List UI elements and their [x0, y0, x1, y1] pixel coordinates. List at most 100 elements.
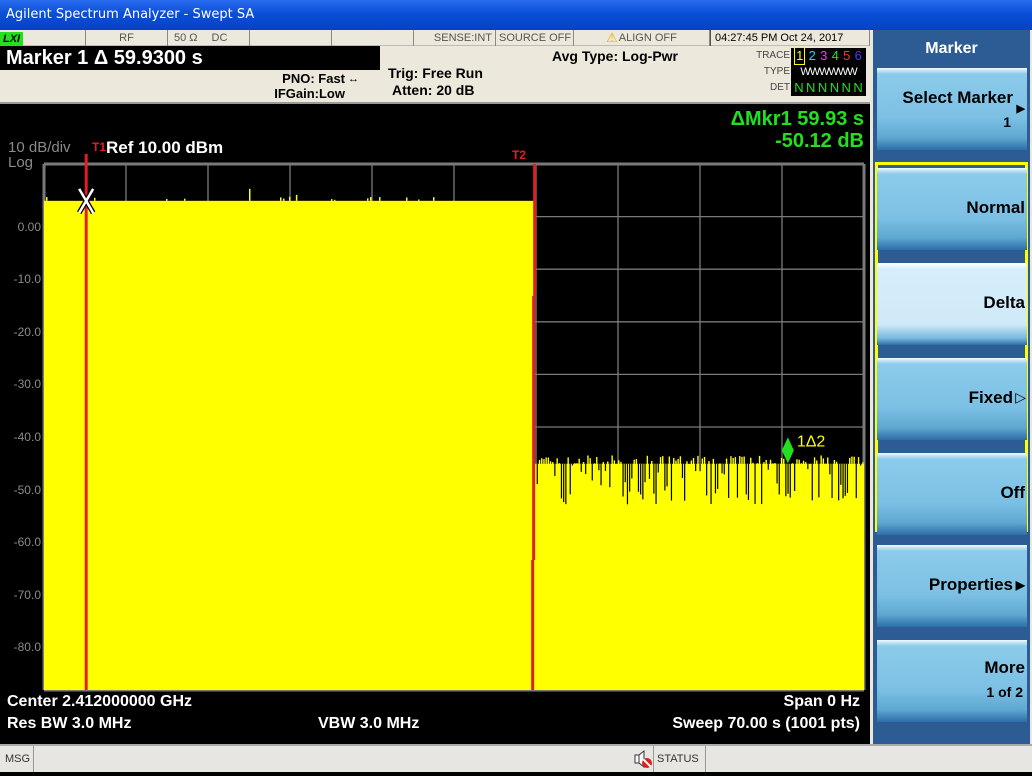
trace-spike — [295, 194, 298, 201]
sweep-time[interactable]: Sweep 70.00 s (1001 pts) — [672, 715, 860, 733]
trace-noise-gap — [609, 463, 611, 488]
softkey-delta[interactable]: Delta — [877, 263, 1027, 345]
trace-noise-spike — [635, 459, 638, 465]
trace-noise-spike — [851, 456, 853, 465]
trace-noise-spike — [607, 461, 609, 465]
scale-info: 10 dB/div Log — [8, 140, 71, 170]
trace-noise-spike — [725, 458, 728, 465]
span[interactable]: Span 0 Hz — [784, 693, 860, 711]
sense-cell: SENSE:INT — [414, 30, 496, 46]
trace-noise-spike — [769, 459, 772, 465]
trigger-arrow-icon: ↔ — [348, 73, 359, 85]
trace-noise-spike — [719, 463, 721, 465]
trace-noise-gap — [626, 463, 629, 505]
trace-noise-spike — [611, 455, 613, 465]
trace-noise-spike — [94, 197, 96, 201]
impedance: 50 Ω — [174, 32, 198, 44]
trace-noise-spike — [692, 457, 695, 465]
ref-level[interactable]: Ref 10.00 dBm — [106, 138, 223, 158]
trace-segment-1 — [44, 200, 534, 690]
trace-noise-gap — [787, 463, 789, 494]
trace-noise-spike — [558, 463, 561, 465]
trace-noise-gap — [631, 463, 633, 479]
trace-noise-spike — [820, 455, 822, 465]
trace-noise-gap — [604, 463, 607, 471]
status-label[interactable]: STATUS — [653, 746, 706, 772]
trace-noise-spike — [613, 460, 616, 465]
softkey-label: Fixed — [968, 388, 1013, 407]
empty-cell — [332, 30, 414, 46]
t1-label: T1 — [92, 140, 107, 154]
trace-noise-gap — [747, 463, 750, 500]
trace-noise-spike — [791, 463, 794, 465]
vbw[interactable]: VBW 3.0 MHz — [318, 715, 419, 733]
softkey-properties[interactable]: Properties ▶ — [877, 545, 1027, 627]
trace-noise-gap — [710, 463, 712, 505]
trace-noise-spike — [732, 458, 734, 465]
status-area[interactable]: STATUS — [633, 746, 706, 772]
trace-noise-spike — [331, 199, 333, 201]
softkey-fixed[interactable]: Fixed ▷ — [877, 358, 1027, 440]
trace-noise-gap — [844, 463, 846, 496]
softkey-more[interactable]: More 1 of 2 — [877, 640, 1027, 722]
res-bw[interactable]: Res BW 3.0 MHz — [7, 715, 131, 733]
trace-noise-gap — [761, 463, 763, 505]
pno-ifgain: PNO: Fast IFGain:Low — [270, 71, 345, 101]
trace-noise-spike — [857, 457, 860, 465]
trace-noise-spike — [538, 460, 541, 465]
trace-noise-gap — [670, 463, 673, 501]
trace-noise-spike — [552, 462, 554, 465]
coupling: DC — [211, 32, 228, 44]
trace-1-indicator: 1 — [794, 47, 806, 65]
softkey-label: Delta — [983, 293, 1025, 312]
trace-noise-gap — [580, 463, 582, 472]
trace-noise-spike — [334, 199, 336, 201]
trace-noise-spike — [549, 461, 552, 465]
softkey-off[interactable]: Off — [877, 453, 1027, 535]
trace-noise-gap — [655, 463, 657, 505]
trace-noise-gap — [560, 463, 563, 499]
y-tick-label: 0.00 — [17, 219, 41, 234]
trace-detectors: NNNNNN — [791, 80, 866, 96]
trace-noise-spike — [833, 459, 836, 465]
trace-noise-spike — [602, 462, 605, 465]
impedance-coupling-cell: 50 Ω DC — [168, 30, 250, 46]
trace-types: WWWWWW — [800, 66, 857, 78]
trace-noise-gap — [745, 463, 747, 495]
trace-noise-gap — [723, 463, 725, 475]
trace-noise-gap — [657, 463, 659, 473]
trace-noise-spike — [686, 461, 688, 465]
trace-noise-spike — [367, 198, 369, 201]
trace-numbers: 123456 — [791, 47, 866, 65]
trace-noise-spike — [675, 460, 677, 465]
y-tick-label: -30.0 — [13, 377, 41, 392]
trace-noise-spike — [659, 457, 662, 465]
trace-noise-gap — [648, 463, 651, 479]
trace-noise-gap — [644, 463, 646, 483]
speaker-muted-icon — [633, 749, 653, 769]
y-tick-label: -10.0 — [13, 272, 41, 287]
trace-noise-spike — [668, 456, 671, 465]
scale-per-div: 10 dB/div — [8, 139, 71, 156]
align-status: ALIGN OFF — [618, 32, 677, 44]
trace-noise-gap — [666, 463, 668, 487]
ifgain-setting: IFGain:Low — [274, 86, 345, 101]
trace-noise-gap — [637, 463, 640, 492]
trace-noise-spike — [741, 456, 743, 465]
trace-noise-spike — [673, 458, 675, 465]
trace-noise-gap — [785, 463, 787, 497]
align-cell: ⚠ ALIGN OFF — [574, 30, 710, 46]
softkey-normal[interactable]: Normal — [877, 168, 1027, 250]
trace-noise-spike — [589, 458, 591, 465]
softkey-label: More — [984, 658, 1025, 677]
msg-label: MSG — [0, 746, 34, 772]
trace-graph[interactable]: 1Δ2 — [0, 104, 870, 740]
trace-noise-gap — [642, 463, 644, 500]
trace-noise-spike — [712, 458, 715, 465]
trace-noise-gap — [754, 463, 756, 504]
softkey-select-marker[interactable]: Select Marker ▶ 1 — [877, 68, 1027, 150]
analyzer-window: Agilent Spectrum Analyzer - Swept SA LXI… — [0, 0, 1032, 776]
trace-noise-spike — [545, 457, 547, 465]
center-freq[interactable]: Center 2.412000000 GHz — [7, 693, 192, 711]
trace-4-indicator: 4 — [831, 48, 839, 63]
